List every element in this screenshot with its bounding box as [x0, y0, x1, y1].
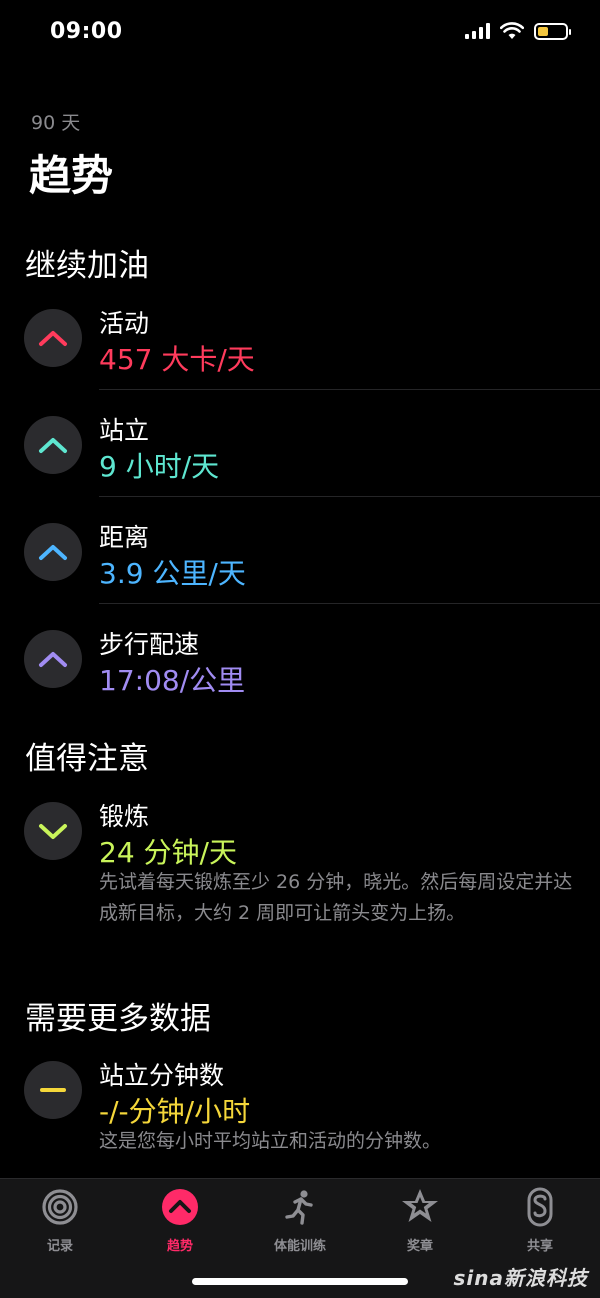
trend-label: 站立 — [99, 416, 150, 445]
trend-up-icon — [24, 416, 82, 474]
trend-value: 3.9 公里/天 — [99, 557, 246, 590]
running-figure-icon — [280, 1187, 320, 1227]
tab-label: 体能训练 — [273, 1239, 326, 1254]
tab-workouts[interactable]: 体能训练 — [250, 1187, 350, 1254]
status-bar: 09:00 — [0, 0, 600, 66]
tab-sharing[interactable]: 共享 — [490, 1187, 590, 1254]
tab-label: 共享 — [526, 1239, 553, 1254]
trend-label: 活动 — [99, 309, 150, 338]
row-divider — [99, 603, 600, 604]
home-indicator[interactable] — [192, 1278, 408, 1285]
trend-value: 24 分钟/天 — [99, 836, 237, 869]
trend-label: 锻炼 — [99, 802, 150, 831]
trends-icon — [160, 1187, 200, 1227]
trends-screen: 09:00 90 天 趋势 继续加油 活动 457 大卡/天 站立 9 小时/天… — [0, 0, 600, 1298]
battery-icon — [534, 22, 571, 40]
trend-description: 先试着每天锻炼至少 26 分钟，晓光。然后每周设定并达成新目标，大约 2 周即可… — [99, 871, 573, 924]
trend-down-icon — [24, 802, 82, 860]
trend-up-icon — [24, 523, 82, 581]
status-time: 09:00 — [50, 19, 123, 44]
trend-up-icon — [24, 309, 82, 367]
tab-awards[interactable]: 奖章 — [370, 1187, 470, 1254]
section-title-notable: 值得注意 — [25, 741, 149, 777]
trend-row-stand-minutes[interactable]: 站立分钟数 -/-分钟/小时 这是您每小时平均站立和活动的分钟数。 — [0, 1058, 600, 1170]
trend-label: 站立分钟数 — [99, 1061, 225, 1090]
trend-flat-icon — [24, 1061, 82, 1119]
trend-value: -/-分钟/小时 — [99, 1095, 251, 1128]
wifi-icon — [500, 22, 524, 39]
activity-rings-icon — [40, 1187, 80, 1227]
row-divider — [99, 389, 600, 390]
sharing-icon — [520, 1187, 560, 1227]
status-icons — [465, 22, 571, 40]
tab-label: 奖章 — [406, 1239, 433, 1254]
trend-row-exercise[interactable]: 锻炼 24 分钟/天 先试着每天锻炼至少 26 分钟，晓光。然后每周设定并达成新… — [0, 799, 600, 979]
row-divider — [99, 496, 600, 497]
trend-row-activity[interactable]: 活动 457 大卡/天 — [0, 306, 600, 390]
trend-row-distance[interactable]: 距离 3.9 公里/天 — [0, 520, 600, 604]
tab-trends[interactable]: 趋势 — [130, 1187, 230, 1254]
section-title-need-more-data: 需要更多数据 — [25, 1001, 211, 1037]
tab-history[interactable]: 记录 — [10, 1187, 110, 1254]
trend-up-icon — [24, 630, 82, 688]
trend-label: 距离 — [99, 523, 150, 552]
trend-row-stand[interactable]: 站立 9 小时/天 — [0, 413, 600, 497]
trend-row-walking-pace[interactable]: 步行配速 17:08/公里 — [0, 627, 600, 697]
sina-watermark: sina新浪科技 — [453, 1266, 588, 1290]
tab-label: 记录 — [46, 1239, 73, 1254]
period-label: 90 天 — [31, 112, 81, 134]
trend-value: 17:08/公里 — [99, 664, 246, 697]
tab-label: 趋势 — [166, 1239, 193, 1254]
award-star-icon — [400, 1187, 440, 1227]
trend-value: 9 小时/天 — [99, 450, 220, 483]
trend-value: 457 大卡/天 — [99, 343, 255, 376]
section-title-keep-going: 继续加油 — [25, 248, 149, 284]
cellular-signal-icon — [465, 23, 490, 39]
trend-description: 这是您每小时平均站立和活动的分钟数。 — [99, 1130, 442, 1152]
trend-label: 步行配速 — [99, 630, 200, 659]
page-title: 趋势 — [29, 151, 114, 200]
